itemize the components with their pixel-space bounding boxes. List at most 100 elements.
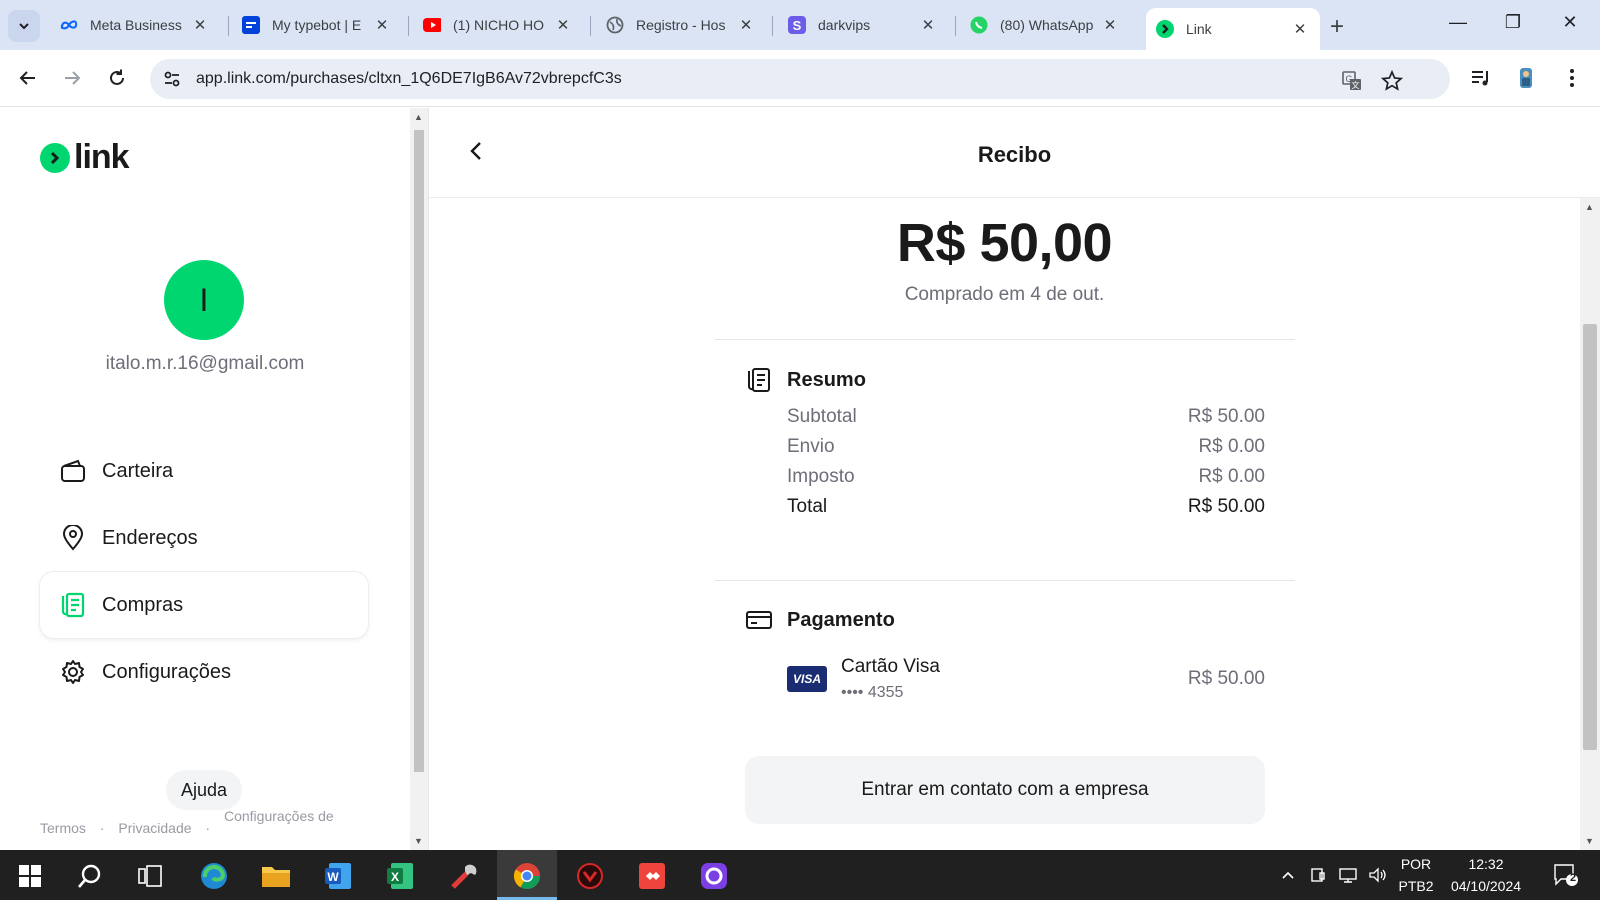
game-app-icon[interactable] — [572, 858, 608, 894]
summary-value: R$ 50.00 — [1187, 496, 1265, 517]
credit-card-icon — [745, 606, 773, 634]
minimize-button[interactable]: — — [1443, 12, 1473, 33]
url-text[interactable]: app.link.com/purchases/cltxn_1Q6DE7IgB6A… — [196, 70, 622, 88]
translate-icon[interactable]: G文 — [1340, 69, 1364, 93]
close-tab-icon[interactable]: ✕ — [553, 16, 573, 34]
device-icon[interactable] — [1308, 850, 1328, 900]
edge-icon[interactable] — [196, 858, 232, 894]
clock-time[interactable]: 12:32 — [1442, 856, 1530, 872]
network-icon[interactable] — [1336, 850, 1360, 900]
arrow-right-icon — [65, 71, 81, 85]
sidebar-item-configuracoes[interactable]: Configurações — [40, 639, 368, 705]
notification-center-icon[interactable]: 2 — [1548, 850, 1584, 900]
receipt-icon — [60, 592, 86, 618]
payment-heading: Pagamento — [745, 606, 895, 634]
summary-label: Subtotal — [787, 406, 857, 427]
privacy-link[interactable]: Privacidade — [118, 820, 191, 836]
restore-button[interactable]: ❐ — [1498, 12, 1528, 33]
summary-value: R$ 0.00 — [1198, 436, 1265, 457]
browser-tab[interactable]: Registro - Hos ✕ — [596, 8, 766, 42]
brand-name: link — [74, 138, 130, 176]
scroll-up-icon[interactable]: ▲ — [414, 112, 423, 122]
browser-tab[interactable]: (1) NICHO HO ✕ — [413, 8, 583, 42]
clock-date[interactable]: 04/10/2024 — [1442, 878, 1530, 894]
browser-tab[interactable]: My typebot | E ✕ — [232, 8, 402, 42]
anydesk-icon[interactable] — [634, 858, 670, 894]
close-tab-icon[interactable]: ✕ — [736, 16, 756, 34]
keyboard-layout[interactable]: PTB2 — [1396, 878, 1436, 894]
sidebar-item-enderecos[interactable]: Endereços — [40, 505, 368, 571]
link-logo-mark-icon — [40, 142, 70, 173]
reload-icon — [110, 69, 124, 85]
close-tab-icon[interactable]: ✕ — [1290, 20, 1310, 38]
help-button[interactable]: Ajuda — [166, 770, 242, 810]
sidebar: link I italo.m.r.16@gmail.com Carteira E… — [0, 108, 410, 850]
browser-tab[interactable]: S darkvips ✕ — [778, 8, 948, 42]
terms-link[interactable]: Termos — [40, 820, 86, 836]
close-tab-icon[interactable]: ✕ — [918, 16, 938, 34]
contact-merchant-button[interactable]: Entrar em contato com a empresa — [745, 756, 1265, 824]
volume-icon[interactable] — [1366, 850, 1390, 900]
scroll-down-icon[interactable]: ▼ — [414, 836, 423, 846]
purple-app-icon[interactable] — [696, 858, 732, 894]
close-tab-icon[interactable]: ✕ — [190, 16, 210, 34]
page-title: Recibo — [977, 142, 1052, 167]
cookie-settings-link[interactable]: Configurações de — [224, 808, 334, 824]
search-icon[interactable] — [72, 858, 108, 894]
sidebar-item-compras[interactable]: Compras — [40, 572, 368, 638]
link-logo[interactable]: link — [40, 138, 130, 177]
chrome-icon[interactable] — [509, 858, 545, 894]
sidebar-item-label: Carteira — [102, 459, 174, 482]
close-tab-icon[interactable]: ✕ — [1100, 16, 1120, 34]
scroll-up-icon[interactable]: ▲ — [1585, 202, 1594, 212]
link-icon — [1156, 20, 1174, 38]
word-icon[interactable]: W — [320, 858, 356, 894]
summary-label: Total — [787, 496, 828, 517]
chevron-up-icon[interactable] — [1278, 850, 1298, 900]
main-scrollbar[interactable]: ▲ ▼ — [1580, 198, 1600, 850]
chevron-down-icon — [19, 23, 29, 30]
tab-title: My typebot | E — [272, 17, 362, 33]
kebab-menu-icon[interactable] — [1560, 66, 1584, 90]
sidebar-scrollbar[interactable]: ▲ ▼ — [410, 108, 428, 850]
receipt-icon — [745, 366, 773, 394]
media-control-icon[interactable] — [1469, 66, 1493, 90]
gear-icon — [60, 659, 86, 685]
close-window-button[interactable]: ✕ — [1555, 12, 1585, 33]
excel-icon[interactable]: X — [382, 858, 418, 894]
language-indicator[interactable]: POR — [1398, 856, 1434, 872]
scroll-down-icon[interactable]: ▼ — [1585, 836, 1594, 846]
forward-button[interactable] — [60, 66, 84, 90]
sidebar-item-label: Compras — [102, 593, 184, 616]
card-number: •••• 4355 — [841, 684, 904, 701]
scrollbar-thumb[interactable] — [414, 130, 424, 772]
task-view-icon[interactable] — [132, 858, 168, 894]
file-explorer-icon[interactable] — [258, 858, 294, 894]
tools-app-icon[interactable] — [446, 858, 482, 894]
scrollbar-thumb[interactable] — [1583, 324, 1597, 750]
globe-icon — [606, 16, 624, 34]
browser-tab-active[interactable]: Link ✕ — [1146, 8, 1320, 50]
card-name: Cartão Visa — [841, 656, 940, 677]
svg-text:W: W — [327, 870, 339, 884]
new-tab-button[interactable]: + — [1330, 13, 1344, 41]
arrow-left-icon — [19, 71, 35, 85]
reload-button[interactable] — [105, 66, 129, 90]
back-button[interactable] — [16, 66, 40, 90]
extension-icon[interactable] — [1514, 66, 1538, 90]
tab-title: (80) WhatsApp — [1000, 17, 1094, 33]
footer-separator: · — [205, 820, 211, 836]
sidebar-item-carteira[interactable]: Carteira — [40, 438, 368, 504]
tab-search-button[interactable] — [8, 10, 40, 42]
bookmark-star-icon[interactable] — [1380, 69, 1404, 93]
site-settings-icon[interactable] — [162, 69, 182, 89]
purchase-date: Comprado em 4 de out. — [904, 284, 1105, 305]
address-bar[interactable]: app.link.com/purchases/cltxn_1Q6DE7IgB6A… — [150, 59, 1450, 99]
browser-tab[interactable]: Meta Business ✕ — [50, 8, 220, 42]
browser-tab[interactable]: (80) WhatsApp ✕ — [960, 8, 1130, 42]
windows-taskbar: W X POR PTB2 12:32 04/10/2024 2 — [0, 850, 1600, 900]
footer-links: Termos · Privacidade · Configurações de — [40, 808, 344, 836]
close-tab-icon[interactable]: ✕ — [372, 16, 392, 34]
windows-start-icon[interactable] — [12, 858, 48, 894]
youtube-icon — [423, 16, 441, 34]
